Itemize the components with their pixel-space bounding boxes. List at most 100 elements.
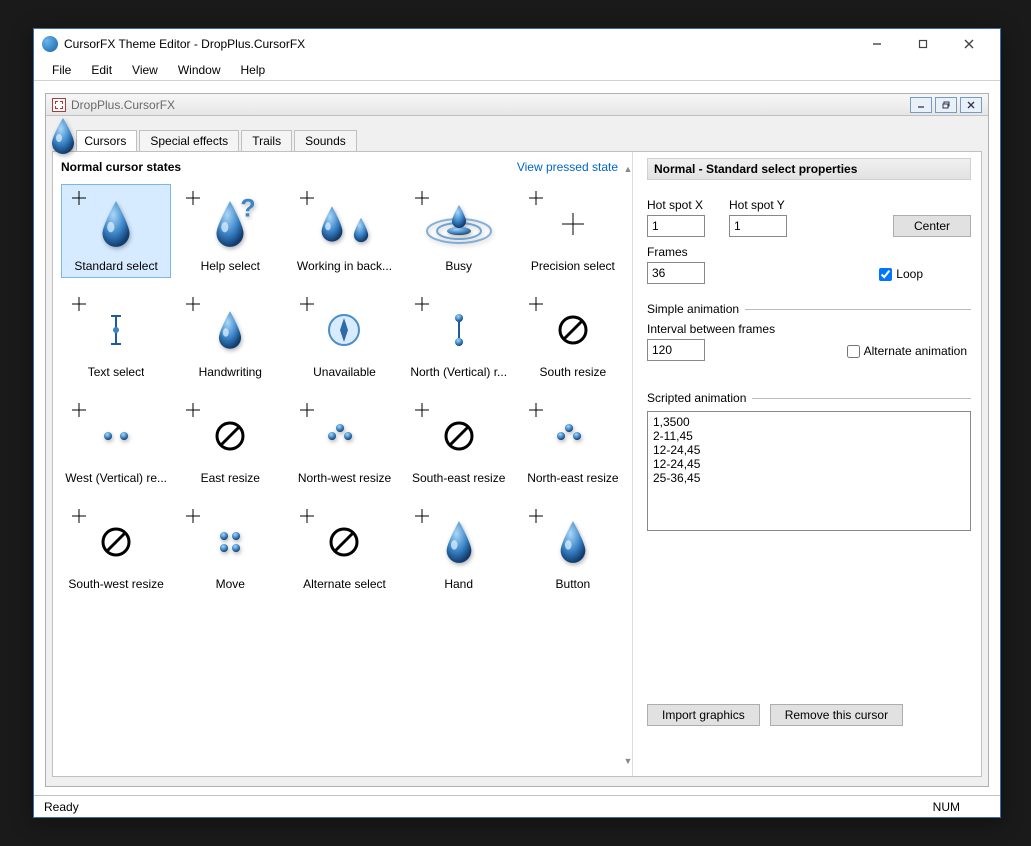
- cursor-preview-icon: [409, 507, 509, 577]
- cursor-item[interactable]: Busy: [404, 184, 514, 278]
- loop-label: Loop: [896, 267, 923, 281]
- cursor-item[interactable]: Standard select: [61, 184, 171, 278]
- cursor-item[interactable]: Text select: [61, 290, 171, 384]
- cursor-item[interactable]: Move: [175, 502, 285, 596]
- cursor-item-label: Handwriting: [199, 365, 262, 379]
- menu-window[interactable]: Window: [168, 61, 231, 79]
- cursor-preview-icon: [180, 507, 280, 577]
- cursor-item[interactable]: Unavailable: [289, 290, 399, 384]
- minimize-icon: [917, 101, 925, 109]
- cursor-item[interactable]: West (Vertical) re...: [61, 396, 171, 490]
- cursor-item[interactable]: South-east resize: [404, 396, 514, 490]
- cursor-preview-icon: [523, 189, 623, 259]
- cursor-item-label: South resize: [540, 365, 607, 379]
- cursor-item-label: Busy: [445, 259, 472, 273]
- frames-label: Frames: [647, 245, 705, 259]
- cursor-item-label: Standard select: [74, 259, 157, 273]
- tab-sounds[interactable]: Sounds: [294, 130, 357, 151]
- properties-title: Normal - Standard select properties: [647, 158, 971, 180]
- menu-edit[interactable]: Edit: [81, 61, 122, 79]
- maximize-button[interactable]: [900, 29, 946, 59]
- doc-restore-button[interactable]: [935, 97, 957, 113]
- interval-input[interactable]: [647, 339, 705, 361]
- document-icon: [52, 98, 66, 112]
- cursor-preview-icon: [409, 295, 509, 365]
- app-window: CursorFX Theme Editor - DropPlus.CursorF…: [33, 28, 1001, 818]
- cursor-item[interactable]: East resize: [175, 396, 285, 490]
- cursor-item[interactable]: Button: [518, 502, 628, 596]
- cursor-item[interactable]: North-east resize: [518, 396, 628, 490]
- status-num: NUM: [933, 800, 960, 814]
- scroll-indicator[interactable]: ▲ ▼: [622, 164, 634, 766]
- cursor-item-label: Button: [556, 577, 591, 591]
- minimize-button[interactable]: [854, 29, 900, 59]
- cursor-item[interactable]: Handwriting: [175, 290, 285, 384]
- cursor-drop-icon: [46, 116, 80, 154]
- tab-cursors-label: Cursors: [84, 134, 126, 148]
- tab-bar: Cursors Special effects Trails Sounds: [76, 130, 988, 151]
- minimize-icon: [872, 39, 882, 49]
- cursor-item-label: North (Vertical) r...: [410, 365, 507, 379]
- doc-minimize-button[interactable]: [910, 97, 932, 113]
- remove-cursor-button[interactable]: Remove this cursor: [770, 704, 903, 726]
- cursor-item[interactable]: South resize: [518, 290, 628, 384]
- menu-view[interactable]: View: [122, 61, 168, 79]
- cursor-preview-icon: [523, 401, 623, 471]
- loop-checkbox[interactable]: [879, 268, 892, 281]
- import-graphics-button[interactable]: Import graphics: [647, 704, 760, 726]
- cursor-item-label: Unavailable: [313, 365, 376, 379]
- cursor-item[interactable]: North-west resize: [289, 396, 399, 490]
- scripted-animation-label: Scripted animation: [647, 391, 746, 405]
- cursor-item[interactable]: South-west resize: [61, 502, 171, 596]
- hotspot-y-input[interactable]: [729, 215, 787, 237]
- alternate-animation-checkbox[interactable]: [847, 345, 860, 358]
- cursor-item-label: South-east resize: [412, 471, 505, 485]
- app-icon: [42, 36, 58, 52]
- cursor-preview-icon: [180, 401, 280, 471]
- titlebar[interactable]: CursorFX Theme Editor - DropPlus.CursorF…: [34, 29, 1000, 59]
- close-button[interactable]: [946, 29, 992, 59]
- cursor-preview-icon: [523, 507, 623, 577]
- cursor-item-label: Alternate select: [303, 577, 386, 591]
- svg-text:?: ?: [241, 198, 255, 223]
- properties-pane: Normal - Standard select properties Hot …: [633, 152, 981, 776]
- cursor-preview-icon: [409, 401, 509, 471]
- doc-close-button[interactable]: [960, 97, 982, 113]
- tab-special-effects[interactable]: Special effects: [139, 130, 239, 151]
- close-icon: [964, 39, 974, 49]
- cursor-item[interactable]: North (Vertical) r...: [404, 290, 514, 384]
- scroll-down-icon[interactable]: ▼: [622, 756, 634, 766]
- frames-input[interactable]: [647, 262, 705, 284]
- cursor-preview-icon: [294, 189, 394, 259]
- tab-cursors[interactable]: Cursors: [76, 130, 137, 151]
- window-title: CursorFX Theme Editor - DropPlus.CursorF…: [64, 37, 854, 51]
- cursor-item-label: West (Vertical) re...: [65, 471, 167, 485]
- hotspot-x-label: Hot spot X: [647, 198, 705, 212]
- pane-title: Normal cursor states: [61, 160, 517, 174]
- cursor-item[interactable]: ? Help select: [175, 184, 285, 278]
- menu-file[interactable]: File: [42, 61, 81, 79]
- document-titlebar[interactable]: DropPlus.CursorFX: [46, 94, 988, 116]
- cursor-item[interactable]: Alternate select: [289, 502, 399, 596]
- simple-animation-label: Simple animation: [647, 302, 739, 316]
- cursor-item-label: North-west resize: [298, 471, 391, 485]
- view-pressed-state-link[interactable]: View pressed state: [517, 160, 618, 174]
- cursor-item-label: South-west resize: [68, 577, 163, 591]
- menu-help[interactable]: Help: [231, 61, 276, 79]
- center-button[interactable]: Center: [893, 215, 971, 237]
- cursor-preview-icon: [294, 507, 394, 577]
- script-textarea[interactable]: [647, 411, 971, 531]
- cursor-grid: Standard select ? Help select Working in…: [61, 184, 628, 596]
- cursor-item-label: Precision select: [531, 259, 615, 273]
- cursor-item-label: Move: [216, 577, 245, 591]
- cursor-item-label: North-east resize: [527, 471, 618, 485]
- scroll-up-icon[interactable]: ▲: [622, 164, 634, 174]
- cursor-item-label: Hand: [444, 577, 473, 591]
- cursor-item[interactable]: Hand: [404, 502, 514, 596]
- hotspot-x-input[interactable]: [647, 215, 705, 237]
- restore-icon: [942, 101, 950, 109]
- tab-trails[interactable]: Trails: [241, 130, 292, 151]
- cursor-item[interactable]: Precision select: [518, 184, 628, 278]
- statusbar: Ready NUM: [34, 795, 1000, 817]
- cursor-item[interactable]: Working in back...: [289, 184, 399, 278]
